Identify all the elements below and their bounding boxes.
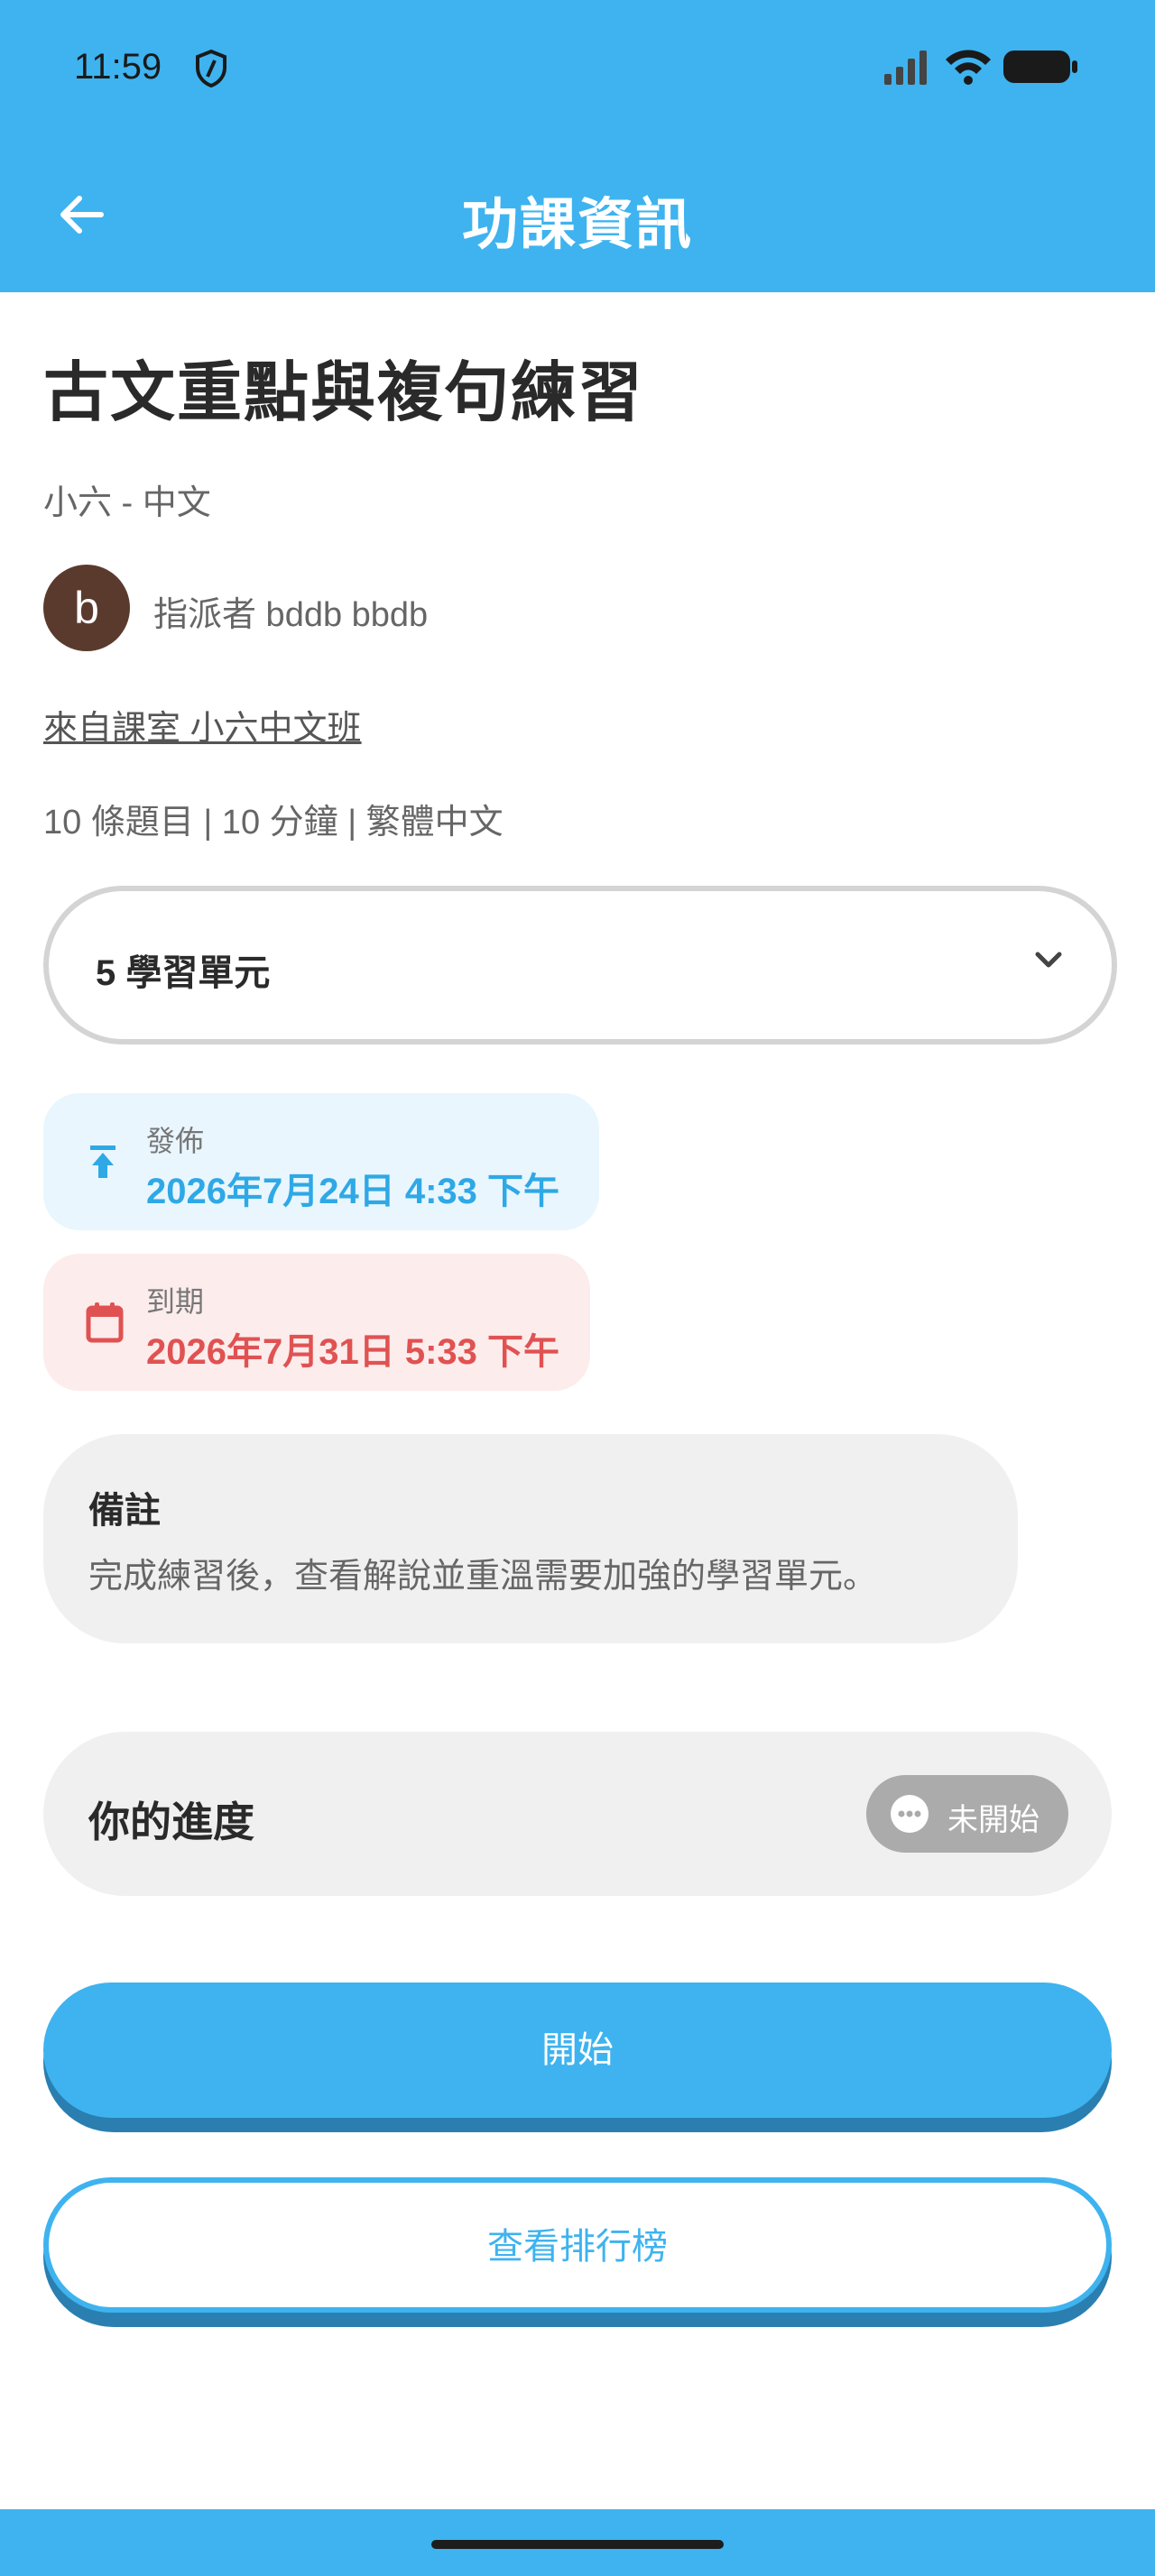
due-date-card: 到期 2026年7月31日 5:33 下午 — [43, 1254, 590, 1391]
units-dropdown-label: 5 學習單元 — [96, 953, 271, 993]
due-label: 到期 — [146, 1285, 205, 1318]
notes-card: 備註 完成練習後，查看解說並重溫需要加強的學習單元。 — [43, 1434, 1018, 1643]
app-bar: 功課資訊 — [0, 135, 1155, 292]
status-bar: 11:59 — [0, 0, 1155, 135]
more-dots-icon — [891, 1795, 929, 1833]
avatar: b — [43, 565, 130, 651]
wifi-icon — [946, 50, 991, 85]
assigned-by-text: 指派者 bddb bbdb — [153, 596, 429, 634]
status-time: 11:59 — [74, 47, 162, 87]
shield-icon — [196, 49, 226, 88]
assignment-subject: 小六 - 中文 — [43, 484, 211, 522]
start-button[interactable]: 開始 — [43, 1983, 1112, 2118]
upload-icon — [90, 1145, 116, 1178]
status-badge-text: 未開始 — [947, 1803, 1040, 1837]
units-dropdown[interactable]: 5 學習單元 — [43, 886, 1117, 1044]
status-badge: 未開始 — [866, 1775, 1068, 1853]
progress-card: 你的進度 未開始 — [43, 1732, 1112, 1896]
notes-text: 完成練習後，查看解說並重溫需要加強的學習單元。 — [88, 1558, 878, 1596]
chevron-down-icon — [1035, 952, 1062, 968]
progress-label: 你的進度 — [88, 1799, 254, 1845]
assignment-title: 古文重點與複句練習 — [43, 357, 645, 429]
publish-date: 2026年7月24日 4:33 下午 — [146, 1172, 560, 1211]
assignment-meta: 10 條題目 | 10 分鐘 | 繁體中文 — [43, 804, 504, 842]
publish-date-card: 發佈 2026年7月24日 4:33 下午 — [43, 1093, 599, 1230]
publish-label: 發佈 — [146, 1125, 205, 1157]
notes-title: 備註 — [88, 1491, 161, 1531]
page-title: 功課資訊 — [461, 194, 693, 256]
battery-icon — [1003, 51, 1077, 83]
due-date: 2026年7月31日 5:33 下午 — [146, 1332, 560, 1372]
calendar-icon — [86, 1302, 124, 1343]
classroom-link[interactable]: 來自課室 小六中文班 — [43, 700, 362, 750]
leaderboard-button[interactable]: 查看排行榜 — [43, 2177, 1112, 2313]
signal-icon — [884, 51, 927, 85]
home-indicator[interactable] — [431, 2540, 724, 2549]
